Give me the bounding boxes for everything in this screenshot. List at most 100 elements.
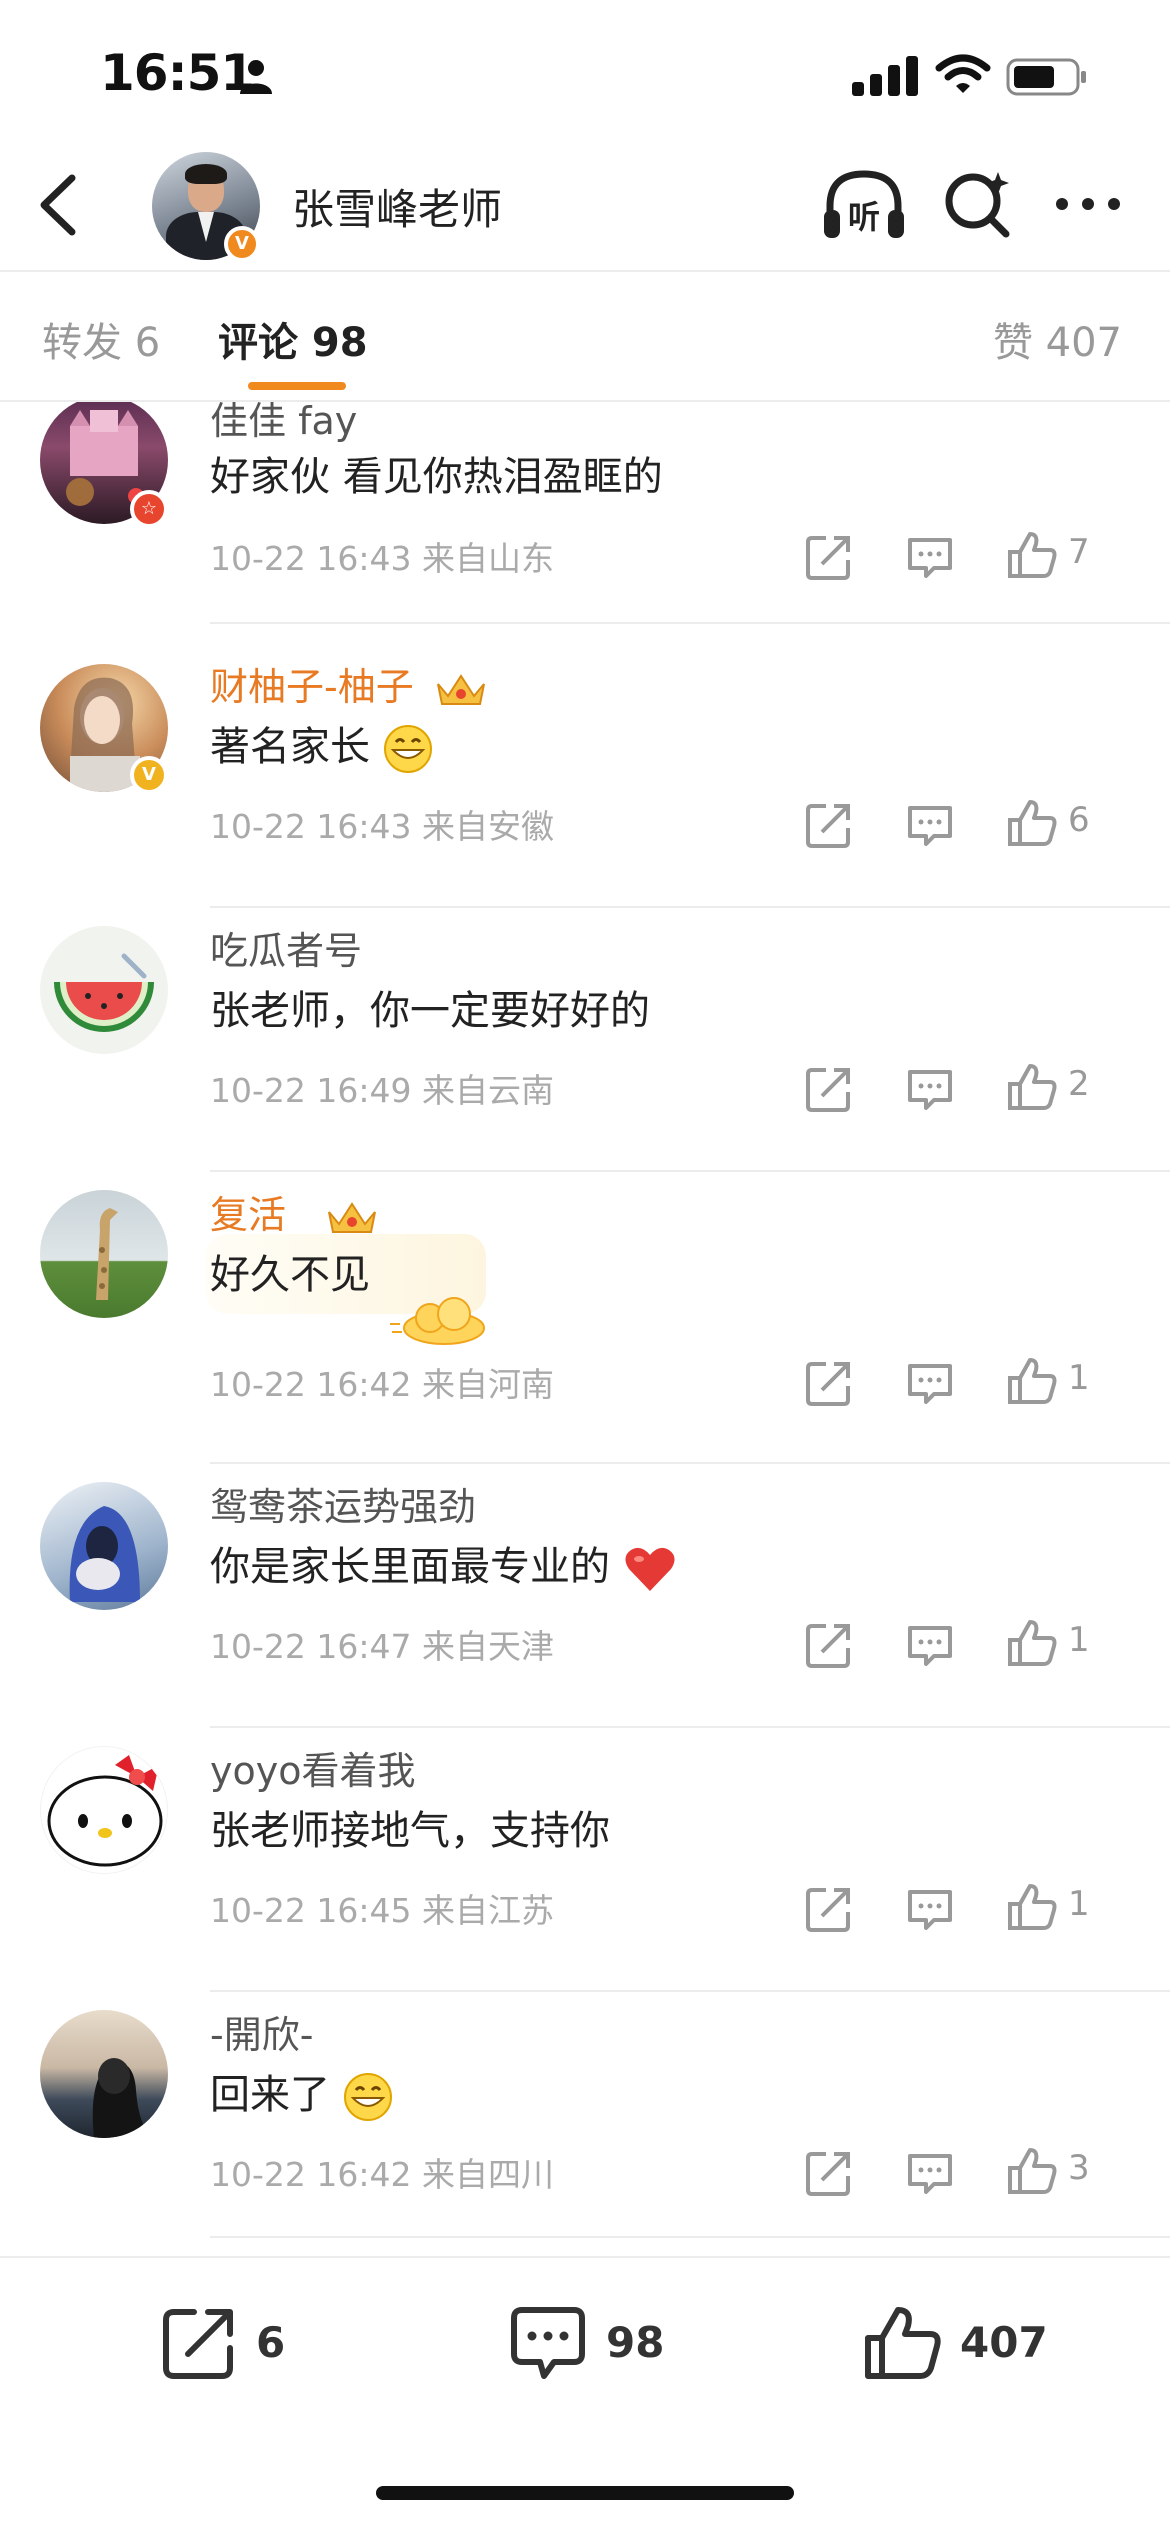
comment-item: ☆ 佳佳 fay 好家伙 看见你热泪盈眶的 10-22 16:43 来自山东 7 bbox=[0, 402, 1170, 644]
home-indicator[interactable] bbox=[376, 2486, 794, 2500]
grin-emoji-icon bbox=[343, 2073, 392, 2121]
like-icon[interactable] bbox=[1006, 1062, 1058, 1112]
signal-icon bbox=[852, 56, 918, 96]
comment-meta: 10-22 16:42 来自四川 bbox=[210, 2155, 554, 2194]
bottom-action-bar: 6 98 407 bbox=[0, 2256, 1170, 2532]
comment-actions: 1 bbox=[806, 1618, 1126, 1674]
comment-meta: 10-22 16:43 来自山东 bbox=[210, 539, 554, 578]
repost-icon[interactable] bbox=[806, 1360, 852, 1406]
comment-meta: 10-22 16:47 来自天津 bbox=[210, 1627, 554, 1666]
repost-icon[interactable] bbox=[806, 802, 852, 848]
commenter-avatar[interactable] bbox=[40, 1190, 168, 1318]
commenter-avatar[interactable] bbox=[40, 1482, 168, 1610]
comment-actions: 6 bbox=[806, 798, 1126, 854]
like-icon[interactable] bbox=[1006, 1882, 1058, 1932]
repost-icon bbox=[163, 2309, 233, 2379]
commenter-name[interactable]: yoyo看着我 bbox=[210, 1740, 415, 1795]
commenter-avatar[interactable] bbox=[40, 2010, 168, 2138]
commenter-name[interactable]: 财柚子-柚子 bbox=[210, 656, 488, 711]
commenter-name[interactable]: -開欣- bbox=[210, 2004, 313, 2059]
cloud-sticker-icon bbox=[390, 1297, 485, 1345]
comment-text: 张老师，你一定要好好的 bbox=[210, 988, 650, 1034]
comment-item: yoyo看着我 张老师接地气，支持你 10-22 16:45 来自江苏 1 bbox=[0, 1728, 1170, 1992]
repost-icon[interactable] bbox=[806, 1886, 852, 1932]
comment-actions: 2 bbox=[806, 1062, 1126, 1118]
like-count: 407 bbox=[960, 2318, 1048, 2367]
comment-text: 你是家长里面最专业的 bbox=[210, 1534, 677, 1593]
reply-icon[interactable] bbox=[906, 1624, 954, 1668]
comment-meta: 10-22 16:42 来自河南 bbox=[210, 1365, 554, 1404]
comment-text: 好久不见 bbox=[210, 1252, 370, 1298]
red-star-badge-icon: ☆ bbox=[130, 490, 168, 528]
like-icon[interactable] bbox=[1006, 530, 1058, 580]
wifi-icon bbox=[935, 54, 991, 93]
tab-likes[interactable]: 赞 407 bbox=[993, 310, 1122, 368]
repost-icon[interactable] bbox=[806, 1622, 852, 1668]
tab-repost[interactable]: 转发 6 bbox=[42, 310, 160, 368]
reply-icon[interactable] bbox=[906, 1888, 954, 1932]
repost-icon[interactable] bbox=[806, 534, 852, 580]
comment-text: 好家伙 看见你热泪盈眶的 bbox=[210, 454, 663, 500]
repost-icon[interactable] bbox=[806, 1066, 852, 1112]
person-icon bbox=[240, 60, 272, 94]
reply-icon[interactable] bbox=[906, 1068, 954, 1112]
grin-emoji-icon bbox=[383, 725, 432, 773]
heart-emoji-icon bbox=[625, 1547, 675, 1591]
comment-actions: 1 bbox=[806, 1882, 1126, 1938]
crown-icon bbox=[436, 673, 485, 705]
comment-list: ☆ 佳佳 fay 好家伙 看见你热泪盈眶的 10-22 16:43 来自山东 7… bbox=[0, 402, 1170, 2250]
tab-comments[interactable]: 评论 98 bbox=[218, 310, 368, 368]
commenter-name[interactable]: 佳佳 fay bbox=[210, 402, 357, 445]
verified-badge-icon: V bbox=[130, 756, 168, 794]
like-count: 1 bbox=[1068, 1884, 1090, 1924]
comment-item: 吃瓜者号 张老师，你一定要好好的 10-22 16:49 来自云南 2 bbox=[0, 908, 1170, 1172]
commenter-avatar[interactable] bbox=[40, 1746, 168, 1874]
like-icon[interactable] bbox=[1006, 1618, 1058, 1668]
comment-item: -開欣- 回来了 10-22 16:42 来自四川 3 bbox=[0, 1992, 1170, 2250]
comment-actions: 7 bbox=[806, 530, 1126, 586]
comment-item: V 财柚子-柚子 著名家长 10-22 16:43 来自安徽 6 bbox=[0, 644, 1170, 908]
comment-divider bbox=[210, 2236, 1170, 2238]
comment-text: 回来了 bbox=[210, 2062, 393, 2122]
reply-icon[interactable] bbox=[906, 804, 954, 848]
reply-icon[interactable] bbox=[906, 536, 954, 580]
comment-item: 鸳鸯茶运势强劲 你是家长里面最专业的 10-22 16:47 来自天津 1 bbox=[0, 1464, 1170, 1728]
like-button[interactable]: 407 bbox=[862, 2294, 1062, 2394]
comment-text: 张老师接地气，支持你 bbox=[210, 1808, 610, 1854]
like-count: 3 bbox=[1068, 2148, 1090, 2188]
crown-icon bbox=[328, 1201, 377, 1233]
comment-item: 复活_ 好久不见 10-22 16:42 来自河南 1 bbox=[0, 1172, 1170, 1464]
back-icon[interactable] bbox=[30, 170, 90, 240]
repost-icon[interactable] bbox=[806, 2150, 852, 2196]
like-icon[interactable] bbox=[1006, 798, 1058, 848]
like-count: 1 bbox=[1068, 1620, 1090, 1660]
commenter-name[interactable]: 鸳鸯茶运势强劲 bbox=[210, 1476, 476, 1531]
comment-actions: 3 bbox=[806, 2146, 1126, 2202]
battery-icon bbox=[1006, 58, 1086, 96]
commenter-name[interactable]: 吃瓜者号 bbox=[210, 920, 362, 975]
comment-meta: 10-22 16:45 来自江苏 bbox=[210, 1891, 554, 1930]
commenter-name[interactable]: 复活_ bbox=[210, 1184, 379, 1239]
comment-actions: 1 bbox=[806, 1356, 1126, 1412]
search-icon[interactable] bbox=[942, 168, 1014, 240]
listen-icon[interactable]: 听 bbox=[822, 166, 906, 246]
status-time: 16:51 bbox=[100, 44, 255, 102]
reply-icon[interactable] bbox=[906, 2152, 954, 2196]
comment-icon bbox=[511, 2307, 585, 2379]
comment-count: 98 bbox=[606, 2318, 665, 2367]
listen-glyph: 听 bbox=[848, 198, 880, 236]
like-icon[interactable] bbox=[1006, 2146, 1058, 2196]
top-navigation-bar: V 张雪峰老师 听 bbox=[0, 140, 1170, 270]
comment-meta: 10-22 16:49 来自云南 bbox=[210, 1071, 554, 1110]
commenter-avatar[interactable] bbox=[40, 926, 168, 1054]
comment-button[interactable]: 98 bbox=[508, 2294, 688, 2394]
comment-text: 著名家长 bbox=[210, 714, 433, 774]
reply-icon[interactable] bbox=[906, 1362, 954, 1406]
like-icon[interactable] bbox=[1006, 1356, 1058, 1406]
like-count: 1 bbox=[1068, 1358, 1090, 1398]
author-name[interactable]: 张雪峰老师 bbox=[292, 176, 502, 237]
comment-meta: 10-22 16:43 来自安徽 bbox=[210, 807, 554, 846]
more-icon[interactable] bbox=[1052, 192, 1124, 216]
like-count: 7 bbox=[1068, 532, 1090, 572]
repost-button[interactable]: 6 bbox=[160, 2294, 320, 2394]
